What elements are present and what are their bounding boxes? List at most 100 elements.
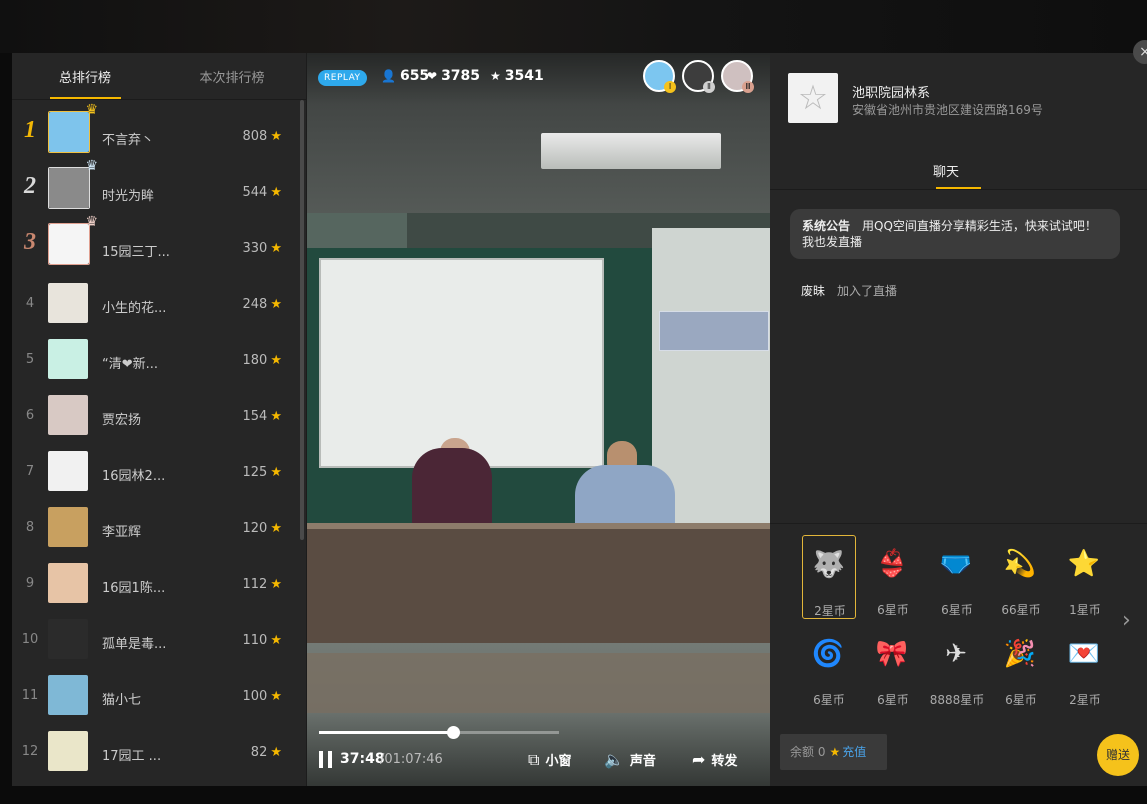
share-label: 转发 (711, 754, 738, 769)
background-bottom (0, 786, 1147, 804)
ranking-row[interactable]: 11 猫小七 100 ★ (12, 669, 302, 725)
total-time: /01:07:46 (380, 752, 443, 767)
top-viewer-avatar[interactable]: Ⅱ (682, 60, 715, 93)
ranking-row[interactable]: 5 “清❤新... 180 ★ (12, 333, 302, 389)
ranking-score-value: 120 (242, 521, 268, 536)
avatar-image (48, 563, 88, 603)
ranking-scrollbar[interactable] (300, 100, 304, 540)
star-icon: ★ (270, 577, 282, 592)
ranking-score-value: 125 (242, 465, 268, 480)
progress-fill (319, 731, 453, 734)
mini-window-label: 小窗 (545, 754, 572, 769)
gift-item[interactable]: 🩲 6星币 (930, 535, 984, 619)
video-scene-lamp (541, 133, 721, 169)
star-icon: ★ (270, 129, 282, 144)
ranking-row[interactable]: 2 ♛ 时光为眸 544 ★ (12, 159, 302, 221)
mini-window-icon: ⧉ (528, 750, 540, 769)
progress-bar[interactable] (319, 726, 559, 739)
ranking-row[interactable]: 8 李亚辉 120 ★ (12, 501, 302, 557)
avatar-image (48, 507, 88, 547)
send-gift-button[interactable]: 赠送 (1097, 734, 1139, 776)
progress-knob[interactable] (446, 726, 460, 739)
avatar-image (48, 731, 88, 771)
top-viewer-avatar[interactable]: Ⅰ (643, 60, 676, 93)
gift-item[interactable]: 🌀 6星币 (802, 625, 856, 709)
star-icon: ★ (270, 297, 282, 312)
ranking-name: 李亚辉 (102, 525, 142, 540)
avatar-image (49, 168, 89, 208)
ranking-score: 125 ★ (243, 465, 282, 480)
gift-item[interactable]: 🎉 6星币 (994, 625, 1048, 709)
star-count-value: 3541 (504, 68, 544, 84)
gift-item[interactable]: ✈ 8888星币 (930, 625, 985, 709)
tab-current-ranking[interactable]: 本次排行榜 (172, 67, 292, 86)
gift-item[interactable]: 🎀 6星币 (866, 625, 920, 709)
ranking-score: 330 ★ (243, 241, 282, 256)
top-viewer-avatar[interactable]: Ⅲ (721, 60, 754, 93)
ranking-row[interactable]: 10 孤单是毒... 110 ★ (12, 613, 302, 669)
avatar[interactable]: ♛ (48, 215, 98, 265)
share-button[interactable]: ➦ 转发 (692, 750, 737, 769)
star-icon: ★ (270, 521, 282, 536)
gift-item[interactable]: ⭐ 1星币 (1058, 535, 1112, 619)
ranking-name: 15园三丁... (102, 245, 170, 260)
viewer-count: 👤 655 (381, 68, 429, 84)
avatar[interactable] (48, 507, 88, 547)
rank-badge-icon: Ⅰ (664, 81, 676, 93)
ranking-score: 544 ★ (243, 185, 282, 200)
avatar[interactable] (48, 619, 88, 659)
recharge-link[interactable]: 充值 (842, 745, 866, 759)
tab-chat[interactable]: 聊天 (933, 161, 959, 180)
mini-window-button[interactable]: ⧉ 小窗 (528, 750, 571, 770)
ranking-name: “清❤新... (102, 357, 159, 372)
ranking-row[interactable]: 6 贾宏扬 154 ★ (12, 389, 302, 445)
avatar-image (49, 112, 89, 152)
ranking-row[interactable]: 3 ♛ 15园三丁... 330 ★ (12, 215, 302, 277)
avatar[interactable]: ♛ (48, 103, 98, 153)
avatar[interactable] (48, 563, 88, 603)
avatar[interactable] (48, 731, 88, 771)
ranking-score-value: 248 (242, 297, 268, 312)
gift-item[interactable]: 🐺 2星币 (802, 535, 856, 619)
gift-item[interactable]: 👙 6星币 (866, 535, 920, 619)
gift-icon: 👙 (875, 549, 909, 579)
ranking-tabs: 总排行榜 本次排行榜 (12, 53, 306, 100)
like-count: ❤ 3785 (427, 68, 480, 84)
avatar[interactable] (48, 339, 88, 379)
divider (770, 189, 1147, 190)
avatar[interactable] (48, 395, 88, 435)
gift-icon: 🎉 (1003, 639, 1037, 669)
ranking-score: 248 ★ (243, 297, 282, 312)
ranking-row[interactable]: 1 ♛ 不言弃丶 808 ★ (12, 103, 302, 165)
ranking-score-value: 110 (242, 633, 268, 648)
ranking-row[interactable]: 4 小生的花... 248 ★ (12, 277, 302, 333)
tab-total-ranking[interactable]: 总排行榜 (25, 67, 145, 86)
avatar-image (48, 339, 88, 379)
avatar[interactable] (48, 283, 88, 323)
balance-box: 余额 0 ★ 充值 (780, 734, 887, 770)
avatar[interactable] (48, 675, 88, 715)
avatar-image (48, 619, 88, 659)
avatar[interactable] (48, 451, 88, 491)
gift-item[interactable]: 💫 66星币 (994, 535, 1048, 619)
video-player[interactable]: REPLAY 👤 655 ❤ 3785 ★ 3541 Ⅰ Ⅱ Ⅲ 37:48 /01:07… (307, 53, 770, 786)
gift-item[interactable]: 💌 2星币 (1058, 625, 1112, 709)
ranking-row[interactable]: 12 17园工 ... 82 ★ (12, 725, 302, 781)
ranking-name: 16园1陈... (102, 581, 166, 596)
rank-number: 11 (21, 688, 39, 703)
ranking-score-value: 330 (242, 241, 268, 256)
star-icon: ★ (490, 69, 501, 83)
video-scene-rug (307, 653, 770, 713)
chevron-right-icon[interactable]: › (1122, 608, 1131, 633)
ranking-row[interactable]: 9 16园1陈... 112 ★ (12, 557, 302, 613)
balance-label: 余额 (790, 745, 815, 759)
ranking-row[interactable]: 7 16园林2... 125 ★ (12, 445, 302, 501)
gift-icon: 💌 (1067, 639, 1101, 669)
ranking-score: 82 ★ (251, 745, 282, 760)
chat-message-user[interactable]: 废昧 (801, 284, 825, 298)
sound-button[interactable]: 🔈 声音 (604, 750, 656, 769)
pause-button[interactable] (319, 751, 333, 768)
avatar[interactable]: ♛ (48, 159, 98, 209)
rank-number: 7 (25, 464, 35, 479)
ranking-score-value: 544 (242, 185, 268, 200)
